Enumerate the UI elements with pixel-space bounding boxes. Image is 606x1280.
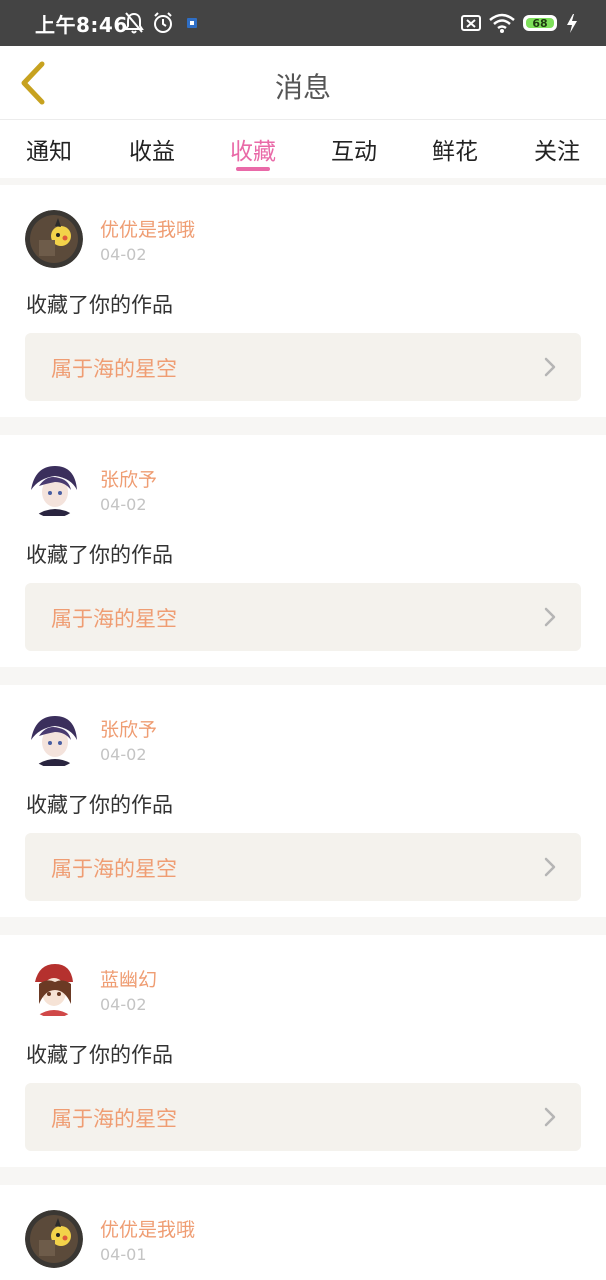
avatar[interactable] [25,210,83,268]
action-text: 收藏了你的作品 [26,793,173,817]
tab-label: 收益 [129,139,175,165]
charging-icon [567,14,577,33]
avatar[interactable] [25,710,83,768]
alarm-icon [154,12,172,33]
avatar[interactable] [25,1210,83,1268]
username[interactable]: 张欣予 [100,465,157,492]
page-title: 消息 [274,71,331,104]
work-title: 属于海的星空 [51,607,177,631]
action-text: 收藏了你的作品 [26,293,173,317]
sim-off-icon [461,15,481,31]
work-link[interactable]: 属于海的星空 [25,1083,581,1151]
message-card: 优优是我哦 04-02 收藏了你的作品 属于海的星空 [0,185,606,417]
tab-label: 关注 [534,139,580,165]
username[interactable]: 蓝幽幻 [100,965,157,992]
work-link[interactable]: 属于海的星空 [25,583,581,651]
message-date: 04-02 [100,995,147,1014]
username[interactable]: 优优是我哦 [100,1215,195,1242]
work-title: 属于海的星空 [51,857,177,881]
avatar[interactable] [25,460,83,518]
chevron-right-icon [544,857,556,877]
username[interactable]: 张欣予 [100,715,157,742]
chevron-right-icon [544,607,556,627]
message-card: 张欣予 04-02 收藏了你的作品 属于海的星空 [0,435,606,667]
battery-icon: 68 [523,15,557,31]
work-title: 属于海的星空 [51,357,177,381]
tab-bar: 通知 收益 收藏 互动 鲜花 关注 [0,120,606,178]
message-date: 04-02 [100,245,147,264]
tab-notifications[interactable]: 通知 [4,132,94,176]
mute-bell-icon [124,12,144,34]
message-card: 蓝幽幻 04-02 收藏了你的作品 属于海的星空 [0,935,606,1167]
tab-following[interactable]: 关注 [512,132,602,176]
tab-label: 鲜花 [432,139,478,165]
avatar[interactable] [25,960,83,1018]
tab-label: 收藏 [230,139,276,165]
status-time: 上午8:46 [35,13,128,37]
tab-interactions[interactable]: 互动 [309,132,399,176]
chevron-right-icon [544,1107,556,1127]
work-link[interactable]: 属于海的星空 [25,833,581,901]
tab-flowers[interactable]: 鲜花 [410,132,500,176]
message-date: 04-02 [100,745,147,764]
work-title: 属于海的星空 [51,1107,177,1131]
action-text: 收藏了你的作品 [26,543,173,567]
work-link[interactable]: 属于海的星空 [25,333,581,401]
tab-label: 互动 [331,139,377,165]
wifi-icon [489,13,515,33]
tab-earnings[interactable]: 收益 [107,132,197,176]
app-notification-icon [187,18,197,28]
tab-label: 通知 [26,139,72,165]
active-tab-indicator [236,167,270,171]
battery-level: 68 [526,18,554,29]
username[interactable]: 优优是我哦 [100,215,195,242]
tab-favorites[interactable]: 收藏 [208,132,298,176]
message-card: 优优是我哦 04-01 [0,1185,606,1280]
top-bar: 消息 [0,46,606,120]
message-date: 04-02 [100,495,147,514]
action-text: 收藏了你的作品 [26,1043,173,1067]
chevron-right-icon [544,357,556,377]
message-card: 张欣予 04-02 收藏了你的作品 属于海的星空 [0,685,606,917]
message-date: 04-01 [100,1245,147,1264]
status-bar: 上午8:46 68 [0,0,606,46]
